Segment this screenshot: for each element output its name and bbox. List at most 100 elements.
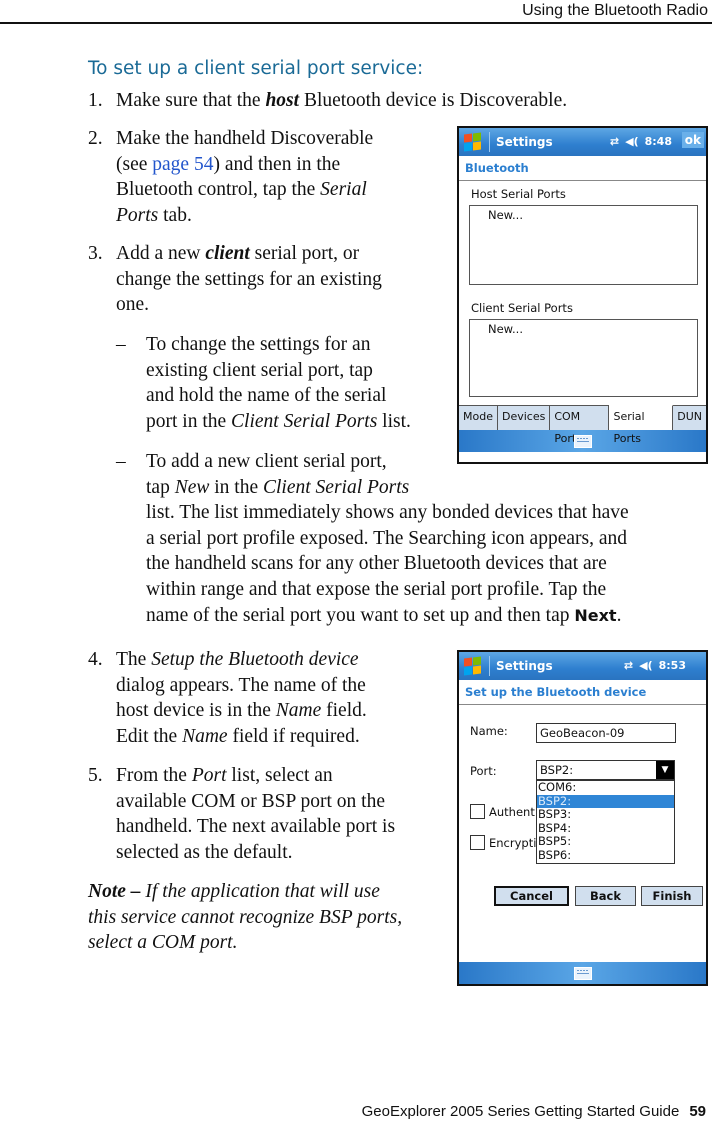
separator	[489, 132, 490, 152]
emphasis: Setup the Bluetooth device	[151, 649, 359, 670]
host-serial-ports-label: Host Serial Ports	[471, 187, 566, 201]
text: serial port, or	[249, 243, 360, 264]
back-button[interactable]: Back	[575, 886, 636, 906]
text: the handheld scans for any other Bluetoo…	[146, 553, 607, 575]
emphasis: client	[205, 243, 250, 264]
port-option[interactable]: BSP6:	[537, 848, 674, 863]
app-title: Settings	[496, 135, 553, 149]
text: and hold the name of the serial	[146, 385, 387, 407]
text: From the	[116, 765, 192, 786]
dash-bullet: –	[116, 451, 126, 472]
text: available COM or BSP port on the	[116, 790, 386, 812]
encryption-checkbox[interactable]	[470, 835, 485, 850]
windows-start-icon[interactable]	[463, 656, 483, 676]
volume-icon[interactable]: ◀(	[639, 659, 653, 672]
volume-icon[interactable]: ◀(	[625, 135, 639, 148]
tab-mode[interactable]: Mode	[459, 406, 498, 430]
title-bar: Settings ⇄ ◀( 8:53	[459, 652, 706, 680]
finish-button[interactable]: Finish	[641, 886, 703, 906]
page-54-link[interactable]: page 54	[152, 154, 213, 175]
text: tab.	[158, 204, 192, 226]
dash-bullet: –	[116, 334, 126, 355]
screenshot-bluetooth-serial-ports: Settings ⇄ ◀( 8:48 ok Bluetooth Host Ser…	[457, 126, 708, 464]
port-option[interactable]: BSP3:	[537, 807, 674, 822]
app-title: Settings	[496, 659, 553, 673]
text: Add a new	[116, 243, 206, 264]
text: port in the	[146, 410, 232, 432]
text: dialog appears. The name of the	[116, 674, 366, 696]
clock[interactable]: 8:53	[659, 659, 686, 672]
connectivity-icon[interactable]: ⇄	[610, 135, 619, 148]
note: Note – If the application that will use …	[88, 879, 402, 956]
text: Make the handheld Discoverable	[116, 128, 374, 149]
text: select a COM port.	[88, 932, 238, 954]
ok-button[interactable]: ok	[681, 132, 704, 148]
screenshot-setup-bluetooth-device: Settings ⇄ ◀( 8:53 Set up the Bluetooth …	[457, 650, 708, 986]
emphasis: Client Serial Ports	[231, 410, 378, 432]
menu-bar	[459, 962, 706, 984]
port-option[interactable]: BSP4:	[537, 821, 674, 836]
port-options-list[interactable]: COM6: BSP2: BSP3: BSP4: BSP5: BSP6:	[536, 780, 675, 864]
emphasis: Serial	[320, 179, 367, 201]
text: Edit the	[116, 725, 183, 747]
page-subtitle: Set up the Bluetooth device	[459, 680, 706, 705]
text: host device is in the	[116, 700, 276, 722]
text: within range and that expose the serial …	[146, 578, 607, 600]
port-option[interactable]: COM6:	[537, 780, 674, 795]
emphasis: host	[265, 90, 300, 111]
client-new-item[interactable]: New...	[488, 322, 697, 336]
text: field.	[321, 700, 367, 722]
menu-bar	[459, 430, 706, 452]
text: If the application that will use	[145, 881, 380, 902]
separator	[489, 656, 490, 676]
text: Bluetooth device is Discoverable.	[299, 90, 568, 111]
step-number: 1.	[88, 90, 103, 111]
text: tap	[146, 476, 175, 498]
host-new-item[interactable]: New...	[488, 208, 697, 222]
name-label: Name:	[470, 724, 508, 738]
text: list.	[377, 410, 411, 432]
name-field[interactable]: GeoBeacon-09	[536, 723, 676, 743]
text: change the settings for an existing	[116, 268, 382, 290]
tab-devices[interactable]: Devices	[497, 406, 551, 430]
keyboard-icon[interactable]	[573, 434, 592, 448]
text: list, select an	[226, 765, 333, 786]
text: selected as the default.	[116, 841, 293, 863]
port-dropdown[interactable]: BSP2: ▼	[536, 760, 675, 780]
port-option-selected[interactable]: BSP2:	[537, 794, 674, 808]
port-label: Port:	[470, 764, 497, 778]
emphasis: Client Serial Ports	[263, 476, 410, 498]
tab-serial-ports[interactable]: Serial Ports	[609, 405, 674, 445]
text: The	[116, 649, 152, 670]
port-option[interactable]: BSP5:	[537, 834, 674, 849]
text: field if required.	[227, 725, 360, 747]
running-header: Using the Bluetooth Radio	[522, 2, 708, 19]
client-serial-ports-list[interactable]: New...	[469, 319, 698, 397]
step-number: 5.	[88, 765, 103, 786]
clock[interactable]: 8:48	[645, 135, 672, 148]
emphasis: Ports	[116, 204, 159, 226]
header-rule	[0, 22, 712, 24]
tab-dun[interactable]: DUN	[673, 406, 706, 430]
text: Make sure that the	[116, 90, 266, 111]
text: Bluetooth control, tap the	[116, 179, 321, 201]
connectivity-icon[interactable]: ⇄	[624, 659, 633, 672]
step-number: 4.	[88, 649, 103, 670]
tab-strip: Mode Devices COM Ports Serial Ports DUN	[459, 405, 706, 445]
text: To change the settings for an	[146, 334, 371, 355]
authentication-label: Authent	[489, 805, 535, 819]
tab-com-ports[interactable]: COM Ports	[550, 406, 610, 445]
client-serial-ports-label: Client Serial Ports	[471, 301, 573, 315]
windows-start-icon[interactable]	[463, 132, 483, 152]
text: handheld. The next available port is	[116, 816, 396, 838]
host-serial-ports-list[interactable]: New...	[469, 205, 698, 285]
step-number: 2.	[88, 128, 103, 149]
cancel-button[interactable]: Cancel	[494, 886, 569, 906]
text: existing client serial port, tap	[146, 359, 373, 381]
page-subtitle: Bluetooth	[459, 156, 706, 181]
authentication-checkbox[interactable]	[470, 804, 485, 819]
step-number: 3.	[88, 243, 103, 264]
keyboard-icon[interactable]	[573, 966, 592, 980]
title-bar: Settings ⇄ ◀( 8:48 ok	[459, 128, 706, 156]
dropdown-arrow-icon[interactable]: ▼	[656, 761, 674, 779]
